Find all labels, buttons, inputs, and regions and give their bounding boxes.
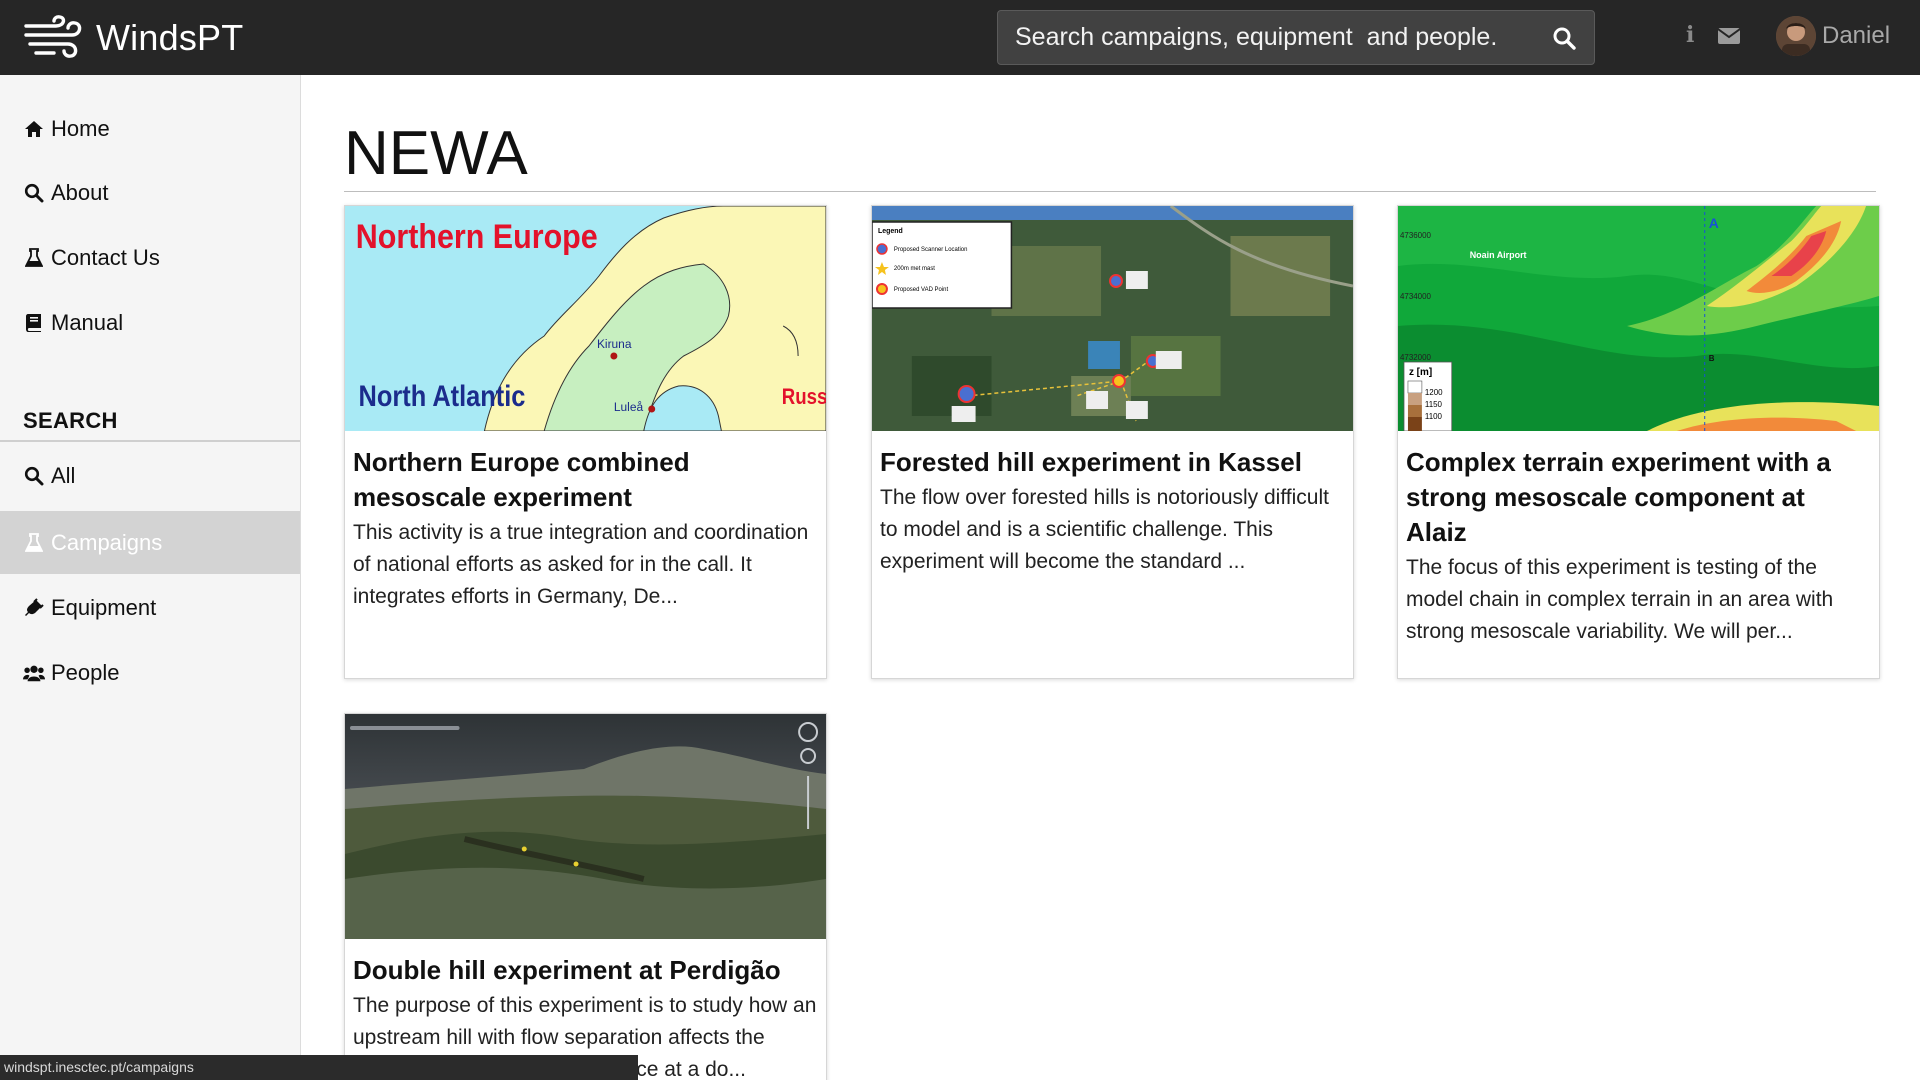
top-navbar: WindsPT i Daniel: [0, 0, 1920, 75]
plug-icon: [23, 597, 45, 619]
envelope-icon[interactable]: [1718, 26, 1740, 46]
campaign-card-description: The flow over forested hills is notoriou…: [880, 486, 1329, 573]
terrain-point-a: A: [1709, 215, 1719, 231]
terrain-label-northing: 4732000: [1400, 353, 1432, 362]
flask-icon: [23, 532, 45, 554]
sidebar-search-heading: SEARCH: [23, 408, 118, 433]
page-title: NEWA: [344, 119, 528, 188]
sidebar-item-label: About: [51, 179, 109, 205]
campaign-card-title[interactable]: Double hill experiment at Perdigão: [353, 953, 818, 988]
campaign-card-title[interactable]: Northern Europe combined mesoscale exper…: [353, 445, 818, 515]
wind-icon: [24, 14, 82, 58]
terrain-label-northing: 4734000: [1400, 292, 1432, 301]
terrain-legend-value: 1150: [1425, 400, 1443, 409]
sidebar-item-contact-us[interactable]: Contact Us: [0, 226, 300, 289]
flask-icon: [23, 247, 45, 269]
campaign-card-kassel[interactable]: Legend Proposed Scanner Location 200m me…: [871, 205, 1354, 679]
campaign-thumbnail-map: Northern Europe North Atlantic Russia Ki…: [345, 206, 826, 431]
map-label-kiruna: Kiruna: [597, 337, 632, 351]
app-name: WindsPT: [96, 16, 244, 58]
search-icon: [23, 465, 45, 487]
user-menu[interactable]: Daniel: [1776, 16, 1890, 56]
sidebar-item-home[interactable]: Home: [0, 97, 300, 160]
campaign-thumbnail-landscape: [345, 714, 826, 939]
title-divider: [344, 191, 1876, 192]
campaign-thumbnail-terrain: Noain Airport 4736000 4734000 4732000 A …: [1398, 206, 1879, 431]
sidebar-item-label: Manual: [51, 309, 124, 335]
search-input[interactable]: [998, 11, 1534, 64]
campaign-card-description: This activity is a true integration and …: [353, 521, 809, 608]
sidebar-item-label: Contact Us: [51, 244, 160, 270]
sidebar: Home About Contact Us Manual SEARCH All …: [0, 75, 301, 1080]
sidebar-item-equipment[interactable]: Equipment: [0, 576, 300, 639]
users-icon: [23, 662, 45, 684]
terrain-label-airport: Noain Airport: [1470, 250, 1527, 260]
map-label-north-atlantic: North Atlantic: [359, 379, 526, 412]
campaign-card-description: The focus of this experiment is testing …: [1406, 556, 1834, 643]
sidebar-item-people[interactable]: People: [0, 641, 300, 704]
sidebar-item-label: Home: [51, 115, 110, 141]
sidebar-divider: [0, 440, 300, 442]
sidebar-item-about[interactable]: About: [0, 161, 300, 224]
search-icon: [1553, 27, 1576, 50]
campaign-card-title[interactable]: Complex terrain experiment with a strong…: [1406, 445, 1871, 550]
map-label-lulea: Luleå: [614, 400, 644, 414]
sidebar-item-label: Equipment: [51, 594, 157, 620]
legend-item: Proposed VAD Point: [894, 287, 949, 293]
campaign-card-perdigao[interactable]: Double hill experiment at Perdigão The p…: [344, 713, 827, 1080]
info-icon[interactable]: i: [1686, 22, 1694, 48]
status-bar-url: windspt.inesctec.pt/campaigns: [0, 1055, 638, 1080]
legend-item: 200m met mast: [894, 266, 935, 272]
terrain-point-b: B: [1709, 354, 1715, 363]
campaign-card-northern-europe[interactable]: Northern Europe North Atlantic Russia Ki…: [344, 205, 827, 679]
terrain-label-northing: 4736000: [1400, 231, 1432, 240]
legend-item: Proposed Scanner Location: [894, 247, 968, 253]
terrain-legend-title: z [m]: [1409, 367, 1432, 378]
map-label-russia: Russia: [782, 386, 826, 410]
sidebar-item-campaigns[interactable]: Campaigns: [0, 511, 300, 574]
sidebar-item-manual[interactable]: Manual: [0, 291, 300, 354]
home-icon: [23, 118, 45, 140]
brand[interactable]: WindsPT: [22, 14, 243, 62]
search-icon: [23, 182, 45, 204]
sidebar-item-label: Campaigns: [51, 529, 163, 555]
search-button[interactable]: [1534, 11, 1594, 64]
campaign-card-alaiz[interactable]: Noain Airport 4736000 4734000 4732000 A …: [1397, 205, 1880, 679]
terrain-legend-value: 1100: [1425, 412, 1443, 421]
avatar: [1776, 16, 1816, 56]
campaign-card-title[interactable]: Forested hill experiment in Kassel: [880, 445, 1345, 480]
legend-title: Legend: [878, 228, 903, 235]
sidebar-item-label: People: [51, 659, 120, 685]
sidebar-item-label: All: [51, 462, 76, 488]
sidebar-item-all[interactable]: All: [0, 444, 300, 507]
terrain-legend-value: 1200: [1425, 388, 1443, 397]
campaign-thumbnail-aerial: Legend Proposed Scanner Location 200m me…: [872, 206, 1353, 431]
book-icon: [23, 312, 45, 334]
user-name: Daniel: [1822, 22, 1891, 49]
map-label-northern-europe: Northern Europe: [356, 217, 598, 255]
global-search: [997, 10, 1595, 65]
